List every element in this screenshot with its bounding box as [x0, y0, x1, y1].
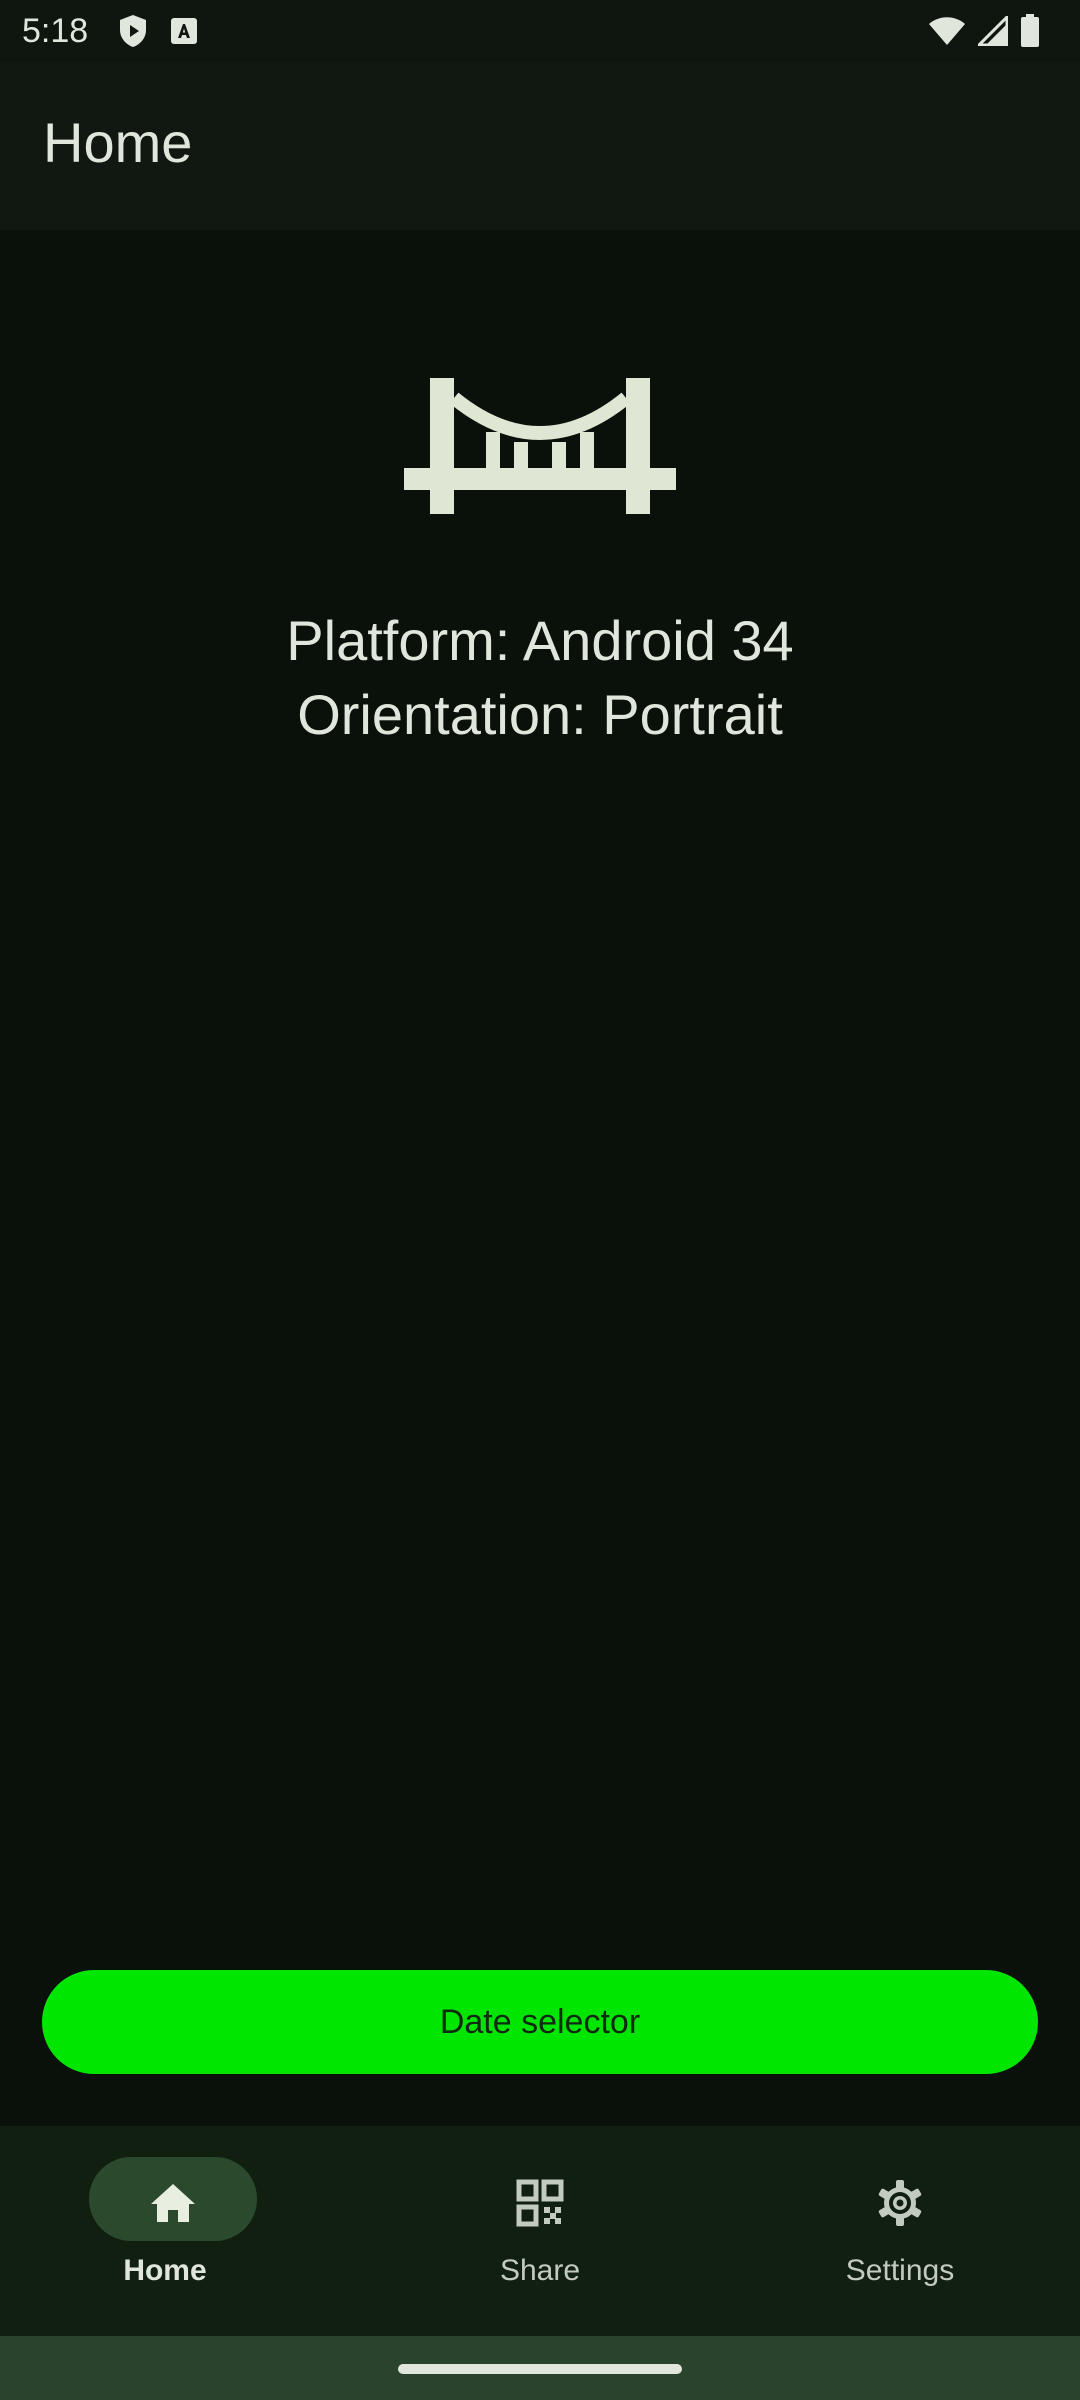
battery-icon — [1021, 14, 1039, 47]
nav-label-share: Share — [499, 2254, 581, 2287]
main-content: Platform: Android 34 Orientation: Portra… — [0, 230, 1080, 2126]
page-title: Home — [43, 111, 193, 174]
gesture-handle[interactable] — [398, 2364, 682, 2374]
status-bar: 5:18 — [0, 0, 1080, 62]
home-icon — [151, 2184, 195, 2222]
platform-text: Platform: Android 34 — [286, 609, 794, 672]
signal-icon — [978, 16, 1008, 46]
nav-item-share[interactable]: Share — [360, 2126, 720, 2336]
wifi-icon — [929, 17, 965, 45]
status-time: 5:18 — [22, 12, 89, 50]
nav-item-settings[interactable]: Settings — [720, 2126, 1080, 2336]
gesture-navigation-area — [0, 2336, 1080, 2400]
status-left-icons — [118, 14, 198, 48]
font-a-icon — [171, 18, 197, 44]
status-right-icons — [928, 14, 1040, 48]
gear-icon — [878, 2180, 922, 2226]
nav-label-home: Home — [123, 2254, 207, 2287]
app-bar: Home — [0, 62, 1080, 230]
qr-code-icon — [516, 2179, 564, 2227]
nav-label-settings: Settings — [845, 2254, 955, 2287]
date-selector-button[interactable]: Date selector — [42, 1970, 1038, 2074]
bottom-navigation: Home Share Settings — [0, 2126, 1080, 2336]
orientation-text: Orientation: Portrait — [297, 683, 783, 746]
nav-item-home[interactable]: Home — [0, 2126, 360, 2336]
shield-play-icon — [120, 15, 146, 47]
bridge-icon — [404, 378, 676, 514]
